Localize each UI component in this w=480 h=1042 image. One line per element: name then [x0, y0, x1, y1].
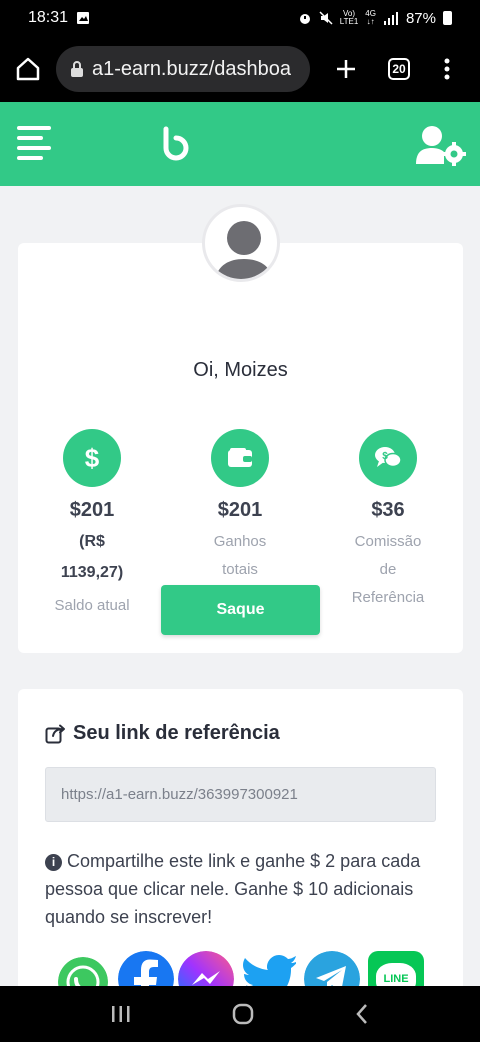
line-icon[interactable]: LINE	[368, 951, 424, 986]
stat-brl-line: (R$	[79, 533, 105, 550]
info-icon: i	[45, 854, 62, 871]
profile-card: Oi, Moizes $ $201 (R$ 1139,27) Saldo atu…	[18, 243, 463, 653]
gallery-icon	[77, 12, 90, 24]
whatsapp-icon[interactable]	[58, 957, 108, 986]
stat-value: $36	[371, 499, 405, 521]
battery-percent: 87%	[405, 9, 436, 27]
status-bar: 18:31 Vo) LTE1 4G ↓↑ 87%	[0, 0, 480, 36]
stat-label-line: de	[379, 561, 397, 578]
stat-label-line: Referência	[351, 589, 425, 606]
messenger-icon[interactable]	[178, 951, 234, 986]
app-header	[0, 102, 480, 186]
share-buttons: LINE	[58, 951, 438, 986]
stat-brl-line: 1139,27)	[60, 564, 124, 581]
new-tab-icon[interactable]	[334, 57, 358, 81]
wallet-icon	[211, 429, 269, 487]
referral-title: Seu link de referência	[45, 722, 280, 745]
more-menu-icon[interactable]	[444, 58, 450, 80]
greeting: Oi, Moizes	[193, 359, 288, 381]
address-bar[interactable]: a1-earn.buzz/dashboa	[56, 46, 310, 92]
twitter-icon[interactable]	[240, 951, 296, 986]
lock-icon	[71, 61, 83, 77]
avatar	[202, 204, 280, 282]
logo-icon[interactable]	[158, 126, 194, 162]
home-icon[interactable]	[14, 55, 42, 83]
facebook-icon[interactable]	[118, 951, 174, 986]
referral-card: Seu link de referência i Compartilhe est…	[18, 689, 463, 986]
alarm-icon	[299, 14, 310, 24]
tab-count: 20	[392, 62, 406, 76]
network-4g-icon: 4G ↓↑	[365, 9, 376, 26]
stat-label-line: Ganhos	[213, 533, 267, 550]
stat-label: Ganhos totais	[166, 528, 314, 584]
referral-link-field[interactable]	[45, 767, 436, 822]
stat-balance: $ $201 (R$ 1139,27) Saldo atual	[18, 429, 166, 620]
volte-icon: Vo) LTE1	[339, 9, 359, 26]
stat-brl-value: (R$ 1139,27)	[18, 526, 166, 588]
clock: 18:31	[28, 9, 69, 26]
recent-apps-icon[interactable]	[110, 1004, 132, 1024]
referral-note-text: Compartilhe este link e ganhe $ 2 para c…	[45, 851, 421, 927]
stat-referral-commission: $ $36 Comissão de Referência	[314, 429, 462, 620]
back-icon[interactable]	[354, 1003, 370, 1025]
telegram-icon[interactable]	[304, 951, 360, 986]
stat-value: $201	[69, 499, 115, 521]
referral-note: i Compartilhe este link e ganhe $ 2 para…	[45, 847, 425, 931]
svg-text:$: $	[382, 451, 388, 462]
stat-label: Comissão de Referência	[314, 528, 462, 612]
signal-icon	[383, 12, 398, 25]
system-nav-bar	[0, 986, 480, 1042]
home-nav-icon[interactable]	[231, 1002, 255, 1026]
mute-icon	[319, 11, 333, 25]
tab-switcher-button[interactable]: 20	[388, 58, 410, 80]
menu-icon[interactable]	[17, 126, 51, 160]
share-icon	[45, 724, 65, 743]
withdraw-button[interactable]: Saque	[161, 585, 320, 635]
url-text: a1-earn.buzz/dashboa	[92, 57, 292, 80]
battery-icon	[443, 11, 452, 25]
line-label: LINE	[383, 973, 409, 985]
stat-label: Saldo atual	[54, 597, 130, 614]
stat-label-line: Comissão	[354, 533, 422, 550]
stat-value: $201	[217, 499, 263, 521]
account-settings-icon[interactable]	[414, 124, 466, 168]
stat-label-line: totais	[222, 561, 258, 578]
commission-icon: $	[359, 429, 417, 487]
dashboard-content: Oi, Moizes $ $201 (R$ 1139,27) Saldo atu…	[0, 186, 480, 986]
browser-toolbar: a1-earn.buzz/dashboa 20	[0, 36, 480, 102]
dollar-icon: $	[63, 429, 121, 487]
referral-title-text: Seu link de referência	[73, 722, 280, 744]
